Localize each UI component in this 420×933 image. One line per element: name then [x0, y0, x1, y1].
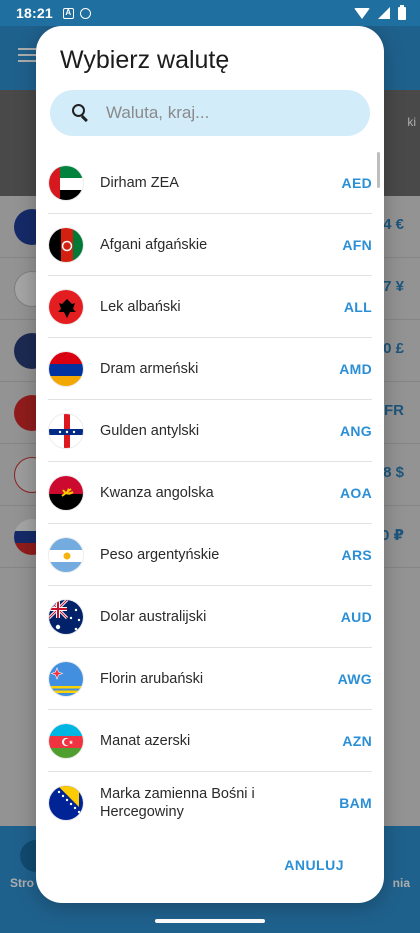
- ao-flag-icon: [48, 474, 84, 511]
- currency-code: AFN: [342, 236, 372, 253]
- currency-row[interactable]: Manat azerski AZN: [48, 710, 372, 772]
- signal-icon: [378, 7, 390, 19]
- currency-code: ANG: [339, 422, 372, 439]
- currency-name: Dram armeński: [100, 360, 199, 377]
- currency-name: Lek albański: [100, 298, 181, 315]
- currency-code: ALL: [343, 298, 372, 315]
- currency-name: Dolar australijski: [100, 608, 207, 625]
- currency-row[interactable]: Afgani afgańskie AFN: [48, 214, 372, 276]
- currency-row[interactable]: Gulden antylski ANG: [48, 400, 372, 462]
- currency-name: Marka zamienna Bośni i Hercegowiny: [100, 786, 255, 820]
- list-scrollbar[interactable]: [377, 152, 380, 188]
- notification-icon: A: [62, 7, 74, 19]
- cancel-button[interactable]: ANULUJ: [284, 857, 344, 873]
- currency-code: BAM: [339, 795, 372, 811]
- currency-name: Afgani afgańskie: [100, 236, 208, 253]
- currency-row[interactable]: Lek albański ALL: [48, 276, 372, 338]
- wifi-icon: [354, 7, 370, 19]
- currency-list: Dirham ZEA AED Afgani afgańskie AFN Lek …: [48, 152, 372, 824]
- currency-code: AMD: [339, 360, 372, 377]
- ar-flag-icon: [48, 536, 84, 573]
- am-flag-icon: [48, 350, 84, 387]
- currency-code: AED: [341, 174, 372, 191]
- currency-name: Manat azerski: [100, 732, 191, 749]
- search-box[interactable]: [50, 90, 370, 136]
- home-indicator[interactable]: [155, 919, 265, 923]
- status-time: 18:21: [16, 5, 53, 21]
- currency-code: AOA: [339, 484, 372, 501]
- currency-code: AUD: [340, 608, 372, 625]
- search-icon: [72, 104, 90, 122]
- ba-flag-icon: [48, 785, 84, 821]
- battery-icon: [398, 4, 406, 20]
- status-bar: 18:21 A: [0, 0, 420, 26]
- search-input[interactable]: [106, 103, 346, 123]
- currency-row[interactable]: Florin arubański AWG: [48, 648, 372, 710]
- shield-icon: [79, 7, 91, 19]
- currency-row[interactable]: Dolar australijski AUD: [48, 586, 372, 648]
- an-flag-icon: [48, 412, 84, 449]
- af-flag-icon: [48, 226, 84, 263]
- currency-row[interactable]: Marka zamienna Bośni i Hercegowiny BAM: [48, 772, 372, 824]
- currency-picker-dialog: Wybierz walutę Dirham ZEA AED Afgani afg…: [36, 26, 384, 903]
- currency-row[interactable]: Dirham ZEA AED: [48, 152, 372, 214]
- dialog-title: Wybierz walutę: [60, 46, 230, 74]
- currency-name: Florin arubański: [100, 670, 204, 687]
- currency-row[interactable]: Kwanza angolska AOA: [48, 462, 372, 524]
- currency-row[interactable]: Peso argentyńskie ARS: [48, 524, 372, 586]
- currency-code: AZN: [342, 732, 372, 749]
- currency-row[interactable]: Dram armeński AMD: [48, 338, 372, 400]
- currency-code: AWG: [337, 670, 372, 687]
- au-flag-icon: [48, 598, 84, 635]
- aw-flag-icon: [48, 660, 84, 697]
- ae-flag-icon: [48, 164, 84, 201]
- currency-name: Gulden antylski: [100, 422, 200, 439]
- al-flag-icon: [48, 288, 84, 325]
- az-flag-icon: [48, 722, 84, 759]
- currency-name: Kwanza angolska: [100, 484, 214, 501]
- currency-code: ARS: [341, 546, 372, 563]
- currency-name: Peso argentyńskie: [100, 546, 220, 563]
- currency-name: Dirham ZEA: [100, 174, 179, 191]
